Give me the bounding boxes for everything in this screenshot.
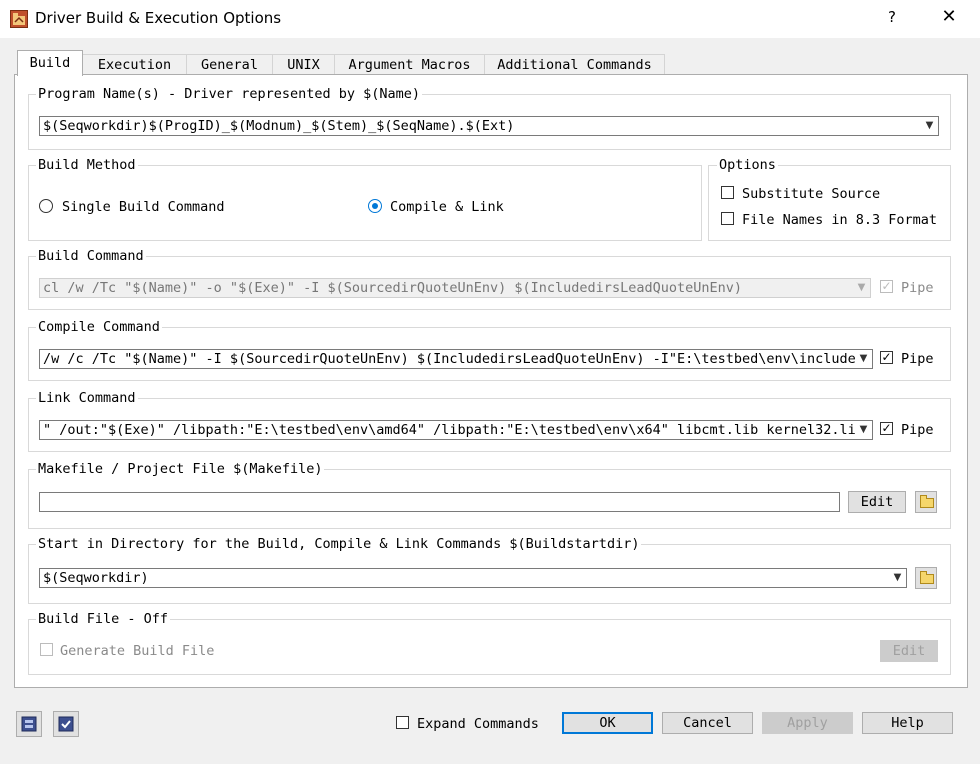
build-pipe-label: Pipe bbox=[901, 280, 934, 296]
options-group bbox=[708, 165, 951, 241]
makefile-input[interactable] bbox=[39, 492, 840, 512]
makefile-edit-button[interactable]: Edit bbox=[848, 491, 906, 513]
tab-unix[interactable]: UNIX bbox=[272, 54, 335, 75]
makefile-browse-button[interactable] bbox=[915, 491, 937, 513]
program-names-label: Program Name(s) - Driver represented by … bbox=[36, 86, 423, 102]
file-names-83-label: File Names in 8.3 Format bbox=[742, 212, 938, 228]
link-pipe-label: Pipe bbox=[901, 422, 934, 438]
link-command-value: " /out:"$(Exe)" /libpath:"E:\testbed\env… bbox=[43, 422, 864, 438]
window-title: Driver Build & Execution Options bbox=[35, 9, 282, 27]
single-build-label: Single Build Command bbox=[62, 199, 225, 215]
link-pipe-checkbox[interactable]: ✓ bbox=[880, 422, 893, 435]
ok-button[interactable]: OK bbox=[562, 712, 653, 734]
folder-icon bbox=[920, 495, 934, 508]
build-method-label: Build Method bbox=[36, 157, 138, 173]
generate-build-file-checkbox bbox=[40, 643, 53, 656]
expand-commands-checkbox[interactable] bbox=[396, 716, 409, 729]
substitute-source-checkbox[interactable] bbox=[721, 186, 734, 199]
build-file-edit-button: Edit bbox=[880, 640, 938, 662]
folder-icon bbox=[920, 571, 934, 584]
link-command-label: Link Command bbox=[36, 390, 138, 406]
chevron-down-icon[interactable]: ▼ bbox=[889, 569, 906, 587]
help-title-button[interactable]: ? bbox=[880, 8, 904, 30]
build-pipe-checkbox: ✓ bbox=[880, 279, 893, 293]
link-command-combo[interactable]: " /out:"$(Exe)" /libpath:"E:\testbed\env… bbox=[39, 420, 873, 440]
window-icon bbox=[21, 716, 37, 732]
program-names-value: $(Seqworkdir)$(ProgID)_$(Modnum)_$(Stem)… bbox=[43, 118, 515, 134]
file-names-83-checkbox[interactable] bbox=[721, 212, 734, 225]
help-button[interactable]: Help bbox=[862, 712, 953, 734]
generate-build-file-label: Generate Build File bbox=[60, 643, 215, 659]
start-dir-combo[interactable]: $(Seqworkdir) ▼ bbox=[39, 568, 907, 588]
compile-pipe-label: Pipe bbox=[901, 351, 934, 367]
tab-build[interactable]: Build bbox=[17, 50, 83, 76]
build-file-label: Build File - Off bbox=[36, 611, 171, 627]
chevron-down-icon[interactable]: ▼ bbox=[855, 421, 872, 439]
start-dir-value: $(Seqworkdir) bbox=[43, 570, 149, 586]
tab-additional-commands[interactable]: Additional Commands bbox=[484, 54, 665, 75]
build-command-combo: cl /w /Tc "$(Name)" -o "$(Exe)" -I $(Sou… bbox=[39, 278, 871, 298]
start-dir-label: Start in Directory for the Build, Compil… bbox=[36, 536, 642, 552]
tool-button-1[interactable] bbox=[16, 711, 42, 737]
build-command-label: Build Command bbox=[36, 248, 146, 264]
chevron-down-icon: ▼ bbox=[853, 279, 870, 297]
tab-execution[interactable]: Execution bbox=[82, 54, 187, 75]
cancel-button[interactable]: Cancel bbox=[662, 712, 753, 734]
compile-command-combo[interactable]: /w /c /Tc "$(Name)" -I $(SourcedirQuoteU… bbox=[39, 349, 873, 369]
tool-button-2[interactable] bbox=[53, 711, 79, 737]
compile-link-radio[interactable] bbox=[368, 199, 382, 213]
app-window-icon bbox=[10, 10, 28, 28]
check-window-icon bbox=[58, 716, 74, 732]
tab-general[interactable]: General bbox=[186, 54, 273, 75]
program-names-combo[interactable]: $(Seqworkdir)$(ProgID)_$(Modnum)_$(Stem)… bbox=[39, 116, 939, 136]
expand-commands-label: Expand Commands bbox=[417, 716, 539, 732]
substitute-source-label: Substitute Source bbox=[742, 186, 881, 202]
makefile-label: Makefile / Project File $(Makefile) bbox=[36, 461, 325, 477]
compile-command-label: Compile Command bbox=[36, 319, 162, 335]
compile-command-value: /w /c /Tc "$(Name)" -I $(SourcedirQuoteU… bbox=[43, 351, 864, 367]
single-build-radio[interactable] bbox=[39, 199, 53, 213]
start-dir-browse-button[interactable] bbox=[915, 567, 937, 589]
build-command-value: cl /w /Tc "$(Name)" -o "$(Exe)" -I $(Sou… bbox=[43, 280, 742, 296]
compile-pipe-checkbox[interactable]: ✓ bbox=[880, 351, 893, 364]
compile-link-label: Compile & Link bbox=[390, 199, 504, 215]
apply-button: Apply bbox=[762, 712, 853, 734]
tab-argument-macros[interactable]: Argument Macros bbox=[334, 54, 485, 75]
chevron-down-icon[interactable]: ▼ bbox=[855, 350, 872, 368]
close-icon[interactable]: ✕ bbox=[935, 6, 963, 32]
options-label: Options bbox=[717, 157, 778, 173]
chevron-down-icon[interactable]: ▼ bbox=[921, 117, 938, 135]
